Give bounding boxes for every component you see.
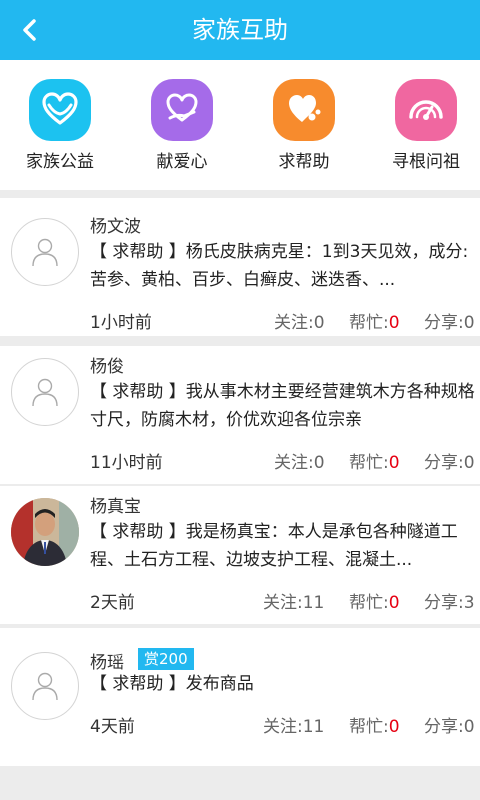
- follow-count[interactable]: 关注:0: [274, 308, 325, 333]
- avatar[interactable]: [11, 218, 79, 286]
- avatar[interactable]: [11, 358, 79, 426]
- follow-value: 11: [302, 717, 325, 737]
- quick-action-seek-help[interactable]: 求帮助: [244, 79, 364, 172]
- follow-count[interactable]: 关注:11: [263, 588, 324, 613]
- heart-hands-icon: [29, 79, 91, 141]
- quick-action-label: 献爱心: [156, 152, 208, 172]
- share-label: 分享:: [424, 453, 464, 473]
- avatar[interactable]: [11, 498, 79, 566]
- help-value: 0: [388, 593, 400, 613]
- help-value: 0: [388, 453, 400, 473]
- follow-count[interactable]: 关注:11: [263, 712, 324, 737]
- follow-value: 11: [302, 593, 325, 613]
- quick-action-label: 寻根问祖: [392, 152, 460, 172]
- poster-name: 杨真宝: [90, 497, 141, 517]
- page-title: 家族互助: [192, 16, 288, 44]
- help-count[interactable]: 帮忙:0: [349, 448, 400, 473]
- list-item[interactable]: 杨文波 【 求帮助 】杨氏皮肤病克星：1到3天见效，成分:苦参、黄柏、百步、白癣…: [0, 198, 480, 336]
- quick-action-ancestry[interactable]: 寻根问祖: [366, 79, 480, 172]
- help-value: 0: [388, 717, 400, 737]
- follow-label: 关注:: [274, 313, 314, 333]
- post-content[interactable]: 【 求帮助 】杨氏皮肤病克星：1到3天见效，成分:苦参、黄柏、百步、白癣皮、迷迭…: [90, 238, 475, 294]
- list-item[interactable]: 杨瑶 赏200 【 求帮助 】发布商品 4天前 关注:11 帮忙:0 分享:0: [0, 628, 480, 766]
- heart-bubble-icon: [273, 79, 335, 141]
- share-count[interactable]: 分享:0: [424, 712, 475, 737]
- user-placeholder-icon: [32, 378, 58, 407]
- quick-action-label: 家族公益: [26, 152, 94, 172]
- help-label: 帮忙:: [349, 593, 389, 613]
- share-label: 分享:: [424, 717, 464, 737]
- quick-actions: 家族公益 献爱心 求帮助 寻根问祖: [0, 60, 480, 190]
- post-time: 4天前: [90, 717, 135, 737]
- post-time: 2天前: [90, 593, 135, 613]
- post-time: 11小时前: [90, 453, 163, 473]
- user-placeholder-icon: [32, 238, 58, 267]
- quick-action-label: 求帮助: [278, 152, 330, 172]
- post-content[interactable]: 【 求帮助 】我从事木材主要经营建筑木方各种规格寸尺，防腐木材，价优欢迎各位宗亲: [90, 378, 475, 434]
- list-item[interactable]: 杨真宝 【 求帮助 】我是杨真宝：本人是承包各种隧道工程、土石方工程、边坡支护工…: [0, 486, 480, 624]
- help-label: 帮忙:: [349, 717, 389, 737]
- share-count[interactable]: 分享:0: [424, 308, 475, 333]
- help-label: 帮忙:: [349, 313, 389, 333]
- share-count[interactable]: 分享:0: [424, 448, 475, 473]
- title-bar: 家族互助: [0, 0, 480, 60]
- follow-label: 关注:: [274, 453, 314, 473]
- follow-count[interactable]: 关注:0: [274, 448, 325, 473]
- help-count[interactable]: 帮忙:0: [349, 308, 400, 333]
- share-count[interactable]: 分享:3: [424, 588, 475, 613]
- share-value: 0: [463, 313, 475, 333]
- share-value: 0: [463, 717, 475, 737]
- quick-action-donate[interactable]: 献爱心: [122, 79, 242, 172]
- follow-label: 关注:: [263, 593, 303, 613]
- help-count[interactable]: 帮忙:0: [349, 588, 400, 613]
- share-label: 分享:: [424, 313, 464, 333]
- follow-value: 0: [313, 313, 325, 333]
- list-item[interactable]: 杨俊 【 求帮助 】我从事木材主要经营建筑木方各种规格寸尺，防腐木材，价优欢迎各…: [0, 346, 480, 484]
- ancestry-fan-icon: [395, 79, 457, 141]
- post-time: 1小时前: [90, 313, 152, 333]
- follow-value: 0: [313, 453, 325, 473]
- share-label: 分享:: [424, 593, 464, 613]
- reward-badge: 赏200: [138, 648, 194, 670]
- poster-name: 杨文波: [90, 217, 141, 237]
- heart-hand-icon: [151, 79, 213, 141]
- poster-name: 杨俊: [90, 357, 124, 377]
- help-label: 帮忙:: [349, 453, 389, 473]
- user-photo-icon: [11, 498, 79, 566]
- quick-action-family-charity[interactable]: 家族公益: [0, 79, 120, 172]
- post-content[interactable]: 【 求帮助 】我是杨真宝：本人是承包各种隧道工程、土石方工程、边坡支护工程、混凝…: [90, 518, 475, 574]
- user-placeholder-icon: [32, 672, 58, 701]
- help-count[interactable]: 帮忙:0: [349, 712, 400, 737]
- help-value: 0: [388, 313, 400, 333]
- post-content[interactable]: 【 求帮助 】发布商品: [90, 670, 475, 698]
- follow-label: 关注:: [263, 717, 303, 737]
- share-value: 3: [463, 593, 475, 613]
- avatar[interactable]: [11, 652, 79, 720]
- share-value: 0: [463, 453, 475, 473]
